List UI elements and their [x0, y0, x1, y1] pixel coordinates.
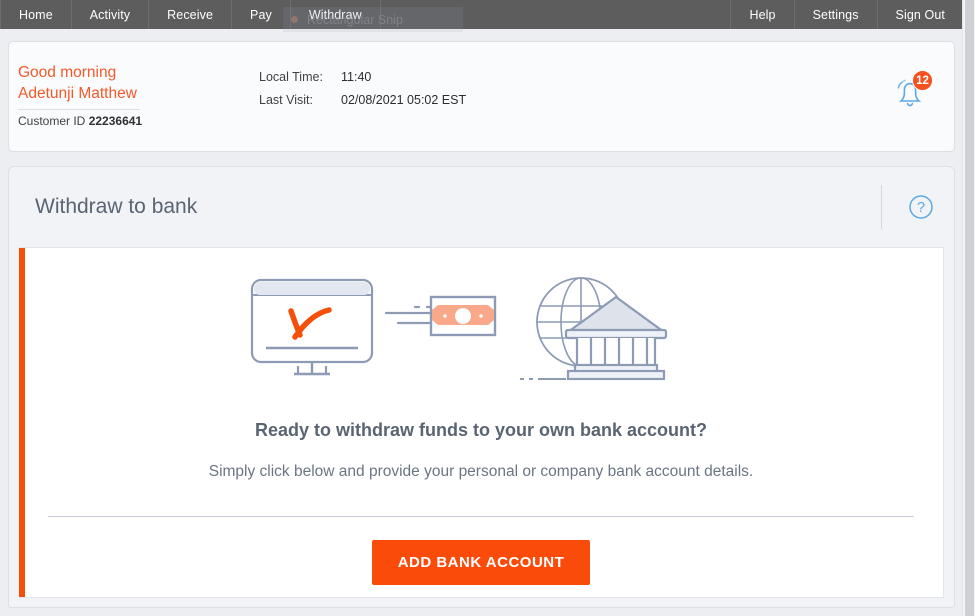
nav-item-pay[interactable]: Pay [232, 0, 291, 29]
money-transfer-icon [384, 295, 497, 337]
nav-item-withdraw[interactable]: Withdraw [290, 0, 381, 29]
nav-item-label: Pay [250, 7, 272, 22]
monitor-money-bank-illustration [250, 277, 668, 381]
panel-header: Withdraw to bank ? [9, 167, 954, 247]
help-button[interactable]: ? [908, 194, 934, 220]
nav-item-home[interactable]: Home [0, 0, 72, 29]
nav-item-label: Withdraw [308, 7, 362, 22]
customer-id-value: 22236641 [88, 114, 143, 128]
nav-item-label: Help [749, 7, 776, 22]
top-navigation-bar: Home Activity Receive Pay Withdraw Help … [0, 0, 963, 29]
customer-id-row: Customer ID 22236641 [18, 114, 238, 128]
notification-count-badge: 12 [912, 70, 933, 91]
withdraw-illustration [19, 270, 943, 395]
question-mark-circle-icon: ? [909, 195, 933, 219]
nav-item-label: Sign Out [895, 7, 945, 22]
local-time-value: 11:40 [341, 70, 372, 84]
page-scrollbar[interactable] [962, 0, 975, 616]
scrollbar-thumb[interactable] [965, 0, 974, 616]
greeting-name-block: Good morning Adetunji Matthew Customer I… [18, 62, 238, 128]
nav-item-label: Home [19, 7, 53, 22]
nav-item-receive[interactable]: Receive [149, 0, 233, 29]
customer-id-label: Customer ID [18, 114, 86, 128]
nav-left-group: Home Activity Receive Pay Withdraw [0, 0, 381, 29]
monitor-icon [250, 278, 374, 376]
nav-right-group: Help Settings Sign Out [730, 0, 963, 29]
nav-item-activity[interactable]: Activity [72, 0, 150, 29]
cta-row: ADD BANK ACCOUNT [19, 540, 943, 585]
nav-item-label: Activity [89, 7, 131, 22]
session-meta-block: Local Time: 11:40 Last Visit: 02/08/2021… [259, 66, 466, 112]
withdraw-panel: Withdraw to bank ? Ready to withdraw fun… [8, 166, 955, 608]
greeting-divider [18, 109, 140, 110]
last-visit-value: 02/08/2021 05:02 EST [341, 93, 467, 107]
last-visit-label: Last Visit: [259, 93, 313, 107]
content-divider [48, 516, 914, 517]
nav-item-label: Receive [167, 7, 214, 22]
panel-header-actions: ? [881, 167, 954, 247]
panel-body: Ready to withdraw funds to your own bank… [19, 247, 944, 598]
page-title: Withdraw to bank [35, 195, 198, 218]
greeting-card: Good morning Adetunji Matthew Customer I… [8, 41, 955, 152]
bank-globe-icon [520, 277, 668, 381]
nav-item-sign-out[interactable]: Sign Out [876, 0, 963, 29]
header-divider [881, 185, 882, 229]
greeting-user-name: Adetunji Matthew [18, 85, 137, 102]
greeting-salutation: Good morning [18, 64, 117, 81]
withdraw-subline: Simply click below and provide your pers… [208, 463, 754, 480]
svg-text:?: ? [917, 200, 925, 216]
notifications-button[interactable]: 12 [888, 70, 933, 115]
last-visit-row: Last Visit: 02/08/2021 05:02 EST [259, 89, 466, 112]
add-bank-account-button[interactable]: ADD BANK ACCOUNT [371, 540, 591, 585]
local-time-row: Local Time: 11:40 [259, 66, 466, 89]
nav-item-label: Settings [812, 7, 859, 22]
withdraw-headline: Ready to withdraw funds to your own bank… [254, 420, 708, 440]
nav-item-help[interactable]: Help [730, 0, 793, 29]
local-time-label: Local Time: [259, 70, 323, 84]
nav-item-settings[interactable]: Settings [793, 0, 877, 29]
